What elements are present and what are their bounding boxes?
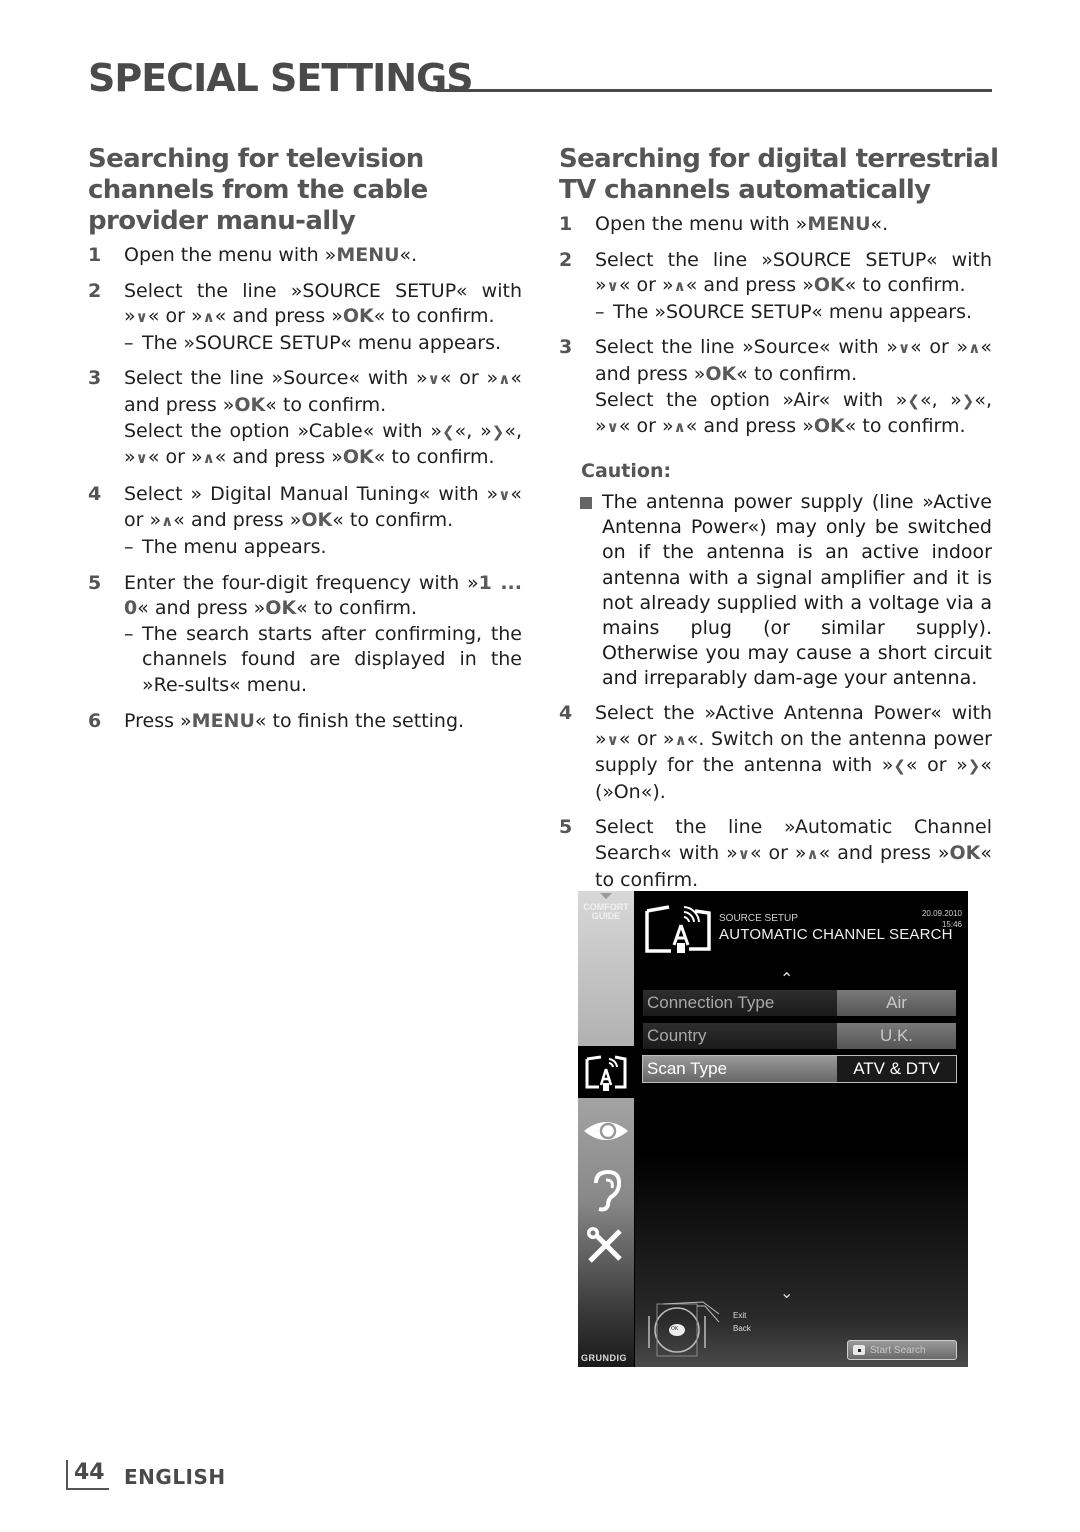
tv-menu-screenshot: COMFORT GUIDE GRUNDIG SOURCE SETUP AUTOM… [578, 891, 968, 1367]
step-result-note: –The menu appears. [124, 535, 327, 558]
caution-box: The antenna power supply (line »Active A… [580, 490, 992, 692]
tv-row-value: U.K. [837, 1023, 956, 1049]
step-item: 4 Select » Digital Manual Tuning« with »∨… [88, 482, 522, 561]
tv-row-connection-type[interactable]: Connection Type Air [643, 990, 956, 1016]
remote-dpad-icon: OK [643, 1296, 723, 1364]
comfort-guide-arrow-icon [600, 893, 612, 899]
step-item: 6 Press »MENU« to finish the setting. [88, 709, 522, 735]
left-heading: Searching for television channels from t… [88, 144, 428, 236]
step-text: Select the line »Automatic Channel Searc… [595, 816, 993, 891]
step-number: 2 [88, 279, 102, 302]
picture-eye-icon [584, 1122, 628, 1140]
tv-row-country[interactable]: Country U.K. [643, 1023, 956, 1049]
step-number: 2 [559, 248, 573, 271]
step-text: Select the line »Source« with »∨« or »∧«… [124, 367, 522, 469]
settings-tools-icon [587, 1227, 622, 1263]
tv-row-scan-type[interactable]: Scan Type ATV & DTV [642, 1055, 957, 1083]
step-number: 4 [88, 482, 102, 505]
page-title: SPECIAL SETTINGS [88, 56, 474, 100]
tv-main-panel: SOURCE SETUP AUTOMATIC CHANNEL SEARCH 20… [635, 891, 968, 1367]
left-steps: 1 Open the menu with »MENU«. 2 Select the l… [88, 243, 522, 744]
step-number: 6 [88, 709, 102, 732]
source-setup-icon [578, 1048, 634, 1096]
tv-datetime: 20.09.2010 15:46 [922, 908, 962, 930]
tv-row-label: Scan Type [643, 1056, 837, 1082]
step-item: 1 Open the menu with »MENU«. [88, 243, 522, 269]
tv-row-label: Country [643, 1023, 837, 1049]
tv-time: 15:46 [941, 920, 962, 929]
step-text: Select the »Active Antenna Power« with »… [595, 702, 992, 803]
step-text: Select the line »SOURCE SETUP« with »∨« … [595, 248, 992, 297]
right-heading: Searching for digital terrestrial TV cha… [559, 144, 999, 205]
comfort-guide-label[interactable]: COMFORT GUIDE [578, 903, 634, 921]
ok-key-label: OK [671, 1326, 679, 1332]
sidebar-item-settings[interactable] [578, 1221, 634, 1269]
tv-sidebar: COMFORT GUIDE GRUNDIG [578, 891, 634, 1367]
page-number: 44 [66, 1460, 109, 1490]
scroll-up-icon[interactable]: ⌃ [780, 969, 793, 988]
step-number: 1 [559, 213, 573, 235]
step-text: Enter the four-digit frequency with »1 .… [124, 571, 522, 620]
step-number: 1 [88, 244, 102, 266]
tv-date: 20.09.2010 [921, 909, 962, 918]
step-item: 4 Select the »Active Antenna Power« with … [559, 701, 992, 805]
step-text: Select » Digital Manual Tuning« with »∨«… [124, 482, 522, 532]
step-result-note: – The »SOURCE SETUP« menu appears. [124, 331, 502, 354]
step-result-note: – The »SOURCE SETUP« menu appears. [595, 300, 973, 323]
step-text: Open the menu with »MENU«. [595, 213, 889, 235]
tv-row-label: Connection Type [643, 990, 837, 1016]
step-text: Open the menu with »MENU«. [124, 244, 418, 266]
step-result-note: – The search starts after confirming, the… [124, 622, 522, 696]
caution-title: Caution: [581, 460, 672, 482]
footer-language: ENGLISH [124, 1465, 226, 1489]
hint-exit: Exit [733, 1311, 747, 1320]
step-text: Select the line »SOURCE SETUP« with »∨« … [124, 279, 522, 328]
step-text: Press »MENU« to finish the setting. [124, 709, 465, 732]
sidebar-item-sound[interactable] [578, 1167, 634, 1215]
caution-text: The antenna power supply (line »Active A… [602, 491, 992, 690]
start-search-label: Start Search [870, 1345, 926, 1356]
tv-menu-title: AUTOMATIC CHANNEL SEARCH [719, 926, 953, 943]
caution-bullet-icon [580, 497, 592, 509]
title-rule [436, 89, 992, 92]
antenna-header-icon [643, 901, 717, 959]
step-number: 3 [559, 336, 573, 359]
sidebar-item-picture[interactable] [578, 1107, 634, 1155]
grundig-logo: GRUNDIG [581, 1353, 627, 1363]
step-text: Select the line »Source« with »∨« or »∧«… [595, 336, 993, 438]
sound-ear-icon [594, 1169, 622, 1212]
step-item: 2 Select the line »SOURCE SETUP« with »∨«… [88, 279, 522, 357]
scroll-down-icon[interactable]: ⌄ [780, 1283, 793, 1302]
start-search-button[interactable]: Start Search [847, 1340, 957, 1360]
tv-menu-subtitle: SOURCE SETUP [719, 913, 798, 924]
red-button-icon [853, 1345, 865, 1355]
tv-row-value: Air [837, 990, 956, 1016]
step-item: 2 Select the line »SOURCE SETUP« with »∨«… [559, 248, 992, 326]
step-number: 4 [559, 702, 573, 724]
step-number: 5 [88, 571, 102, 594]
step-item: 3 Select the line »Source« with »∨« or »∧… [559, 335, 992, 440]
sidebar-item-source-setup[interactable] [578, 1046, 634, 1098]
tv-row-value: ATV & DTV [837, 1056, 956, 1082]
step-number: 5 [559, 816, 573, 839]
right-steps-a: 1 Open the menu with »MENU«. 2 Select the l… [559, 212, 992, 451]
step-item: 1 Open the menu with »MENU«. [559, 212, 992, 238]
step-item: 3 Select the line »Source« with »∨« or »∧… [88, 366, 522, 471]
hint-back: Back [733, 1324, 751, 1333]
step-number: 3 [88, 367, 102, 390]
step-item: 5 Enter the four-digit frequency with »1 … [88, 571, 522, 699]
